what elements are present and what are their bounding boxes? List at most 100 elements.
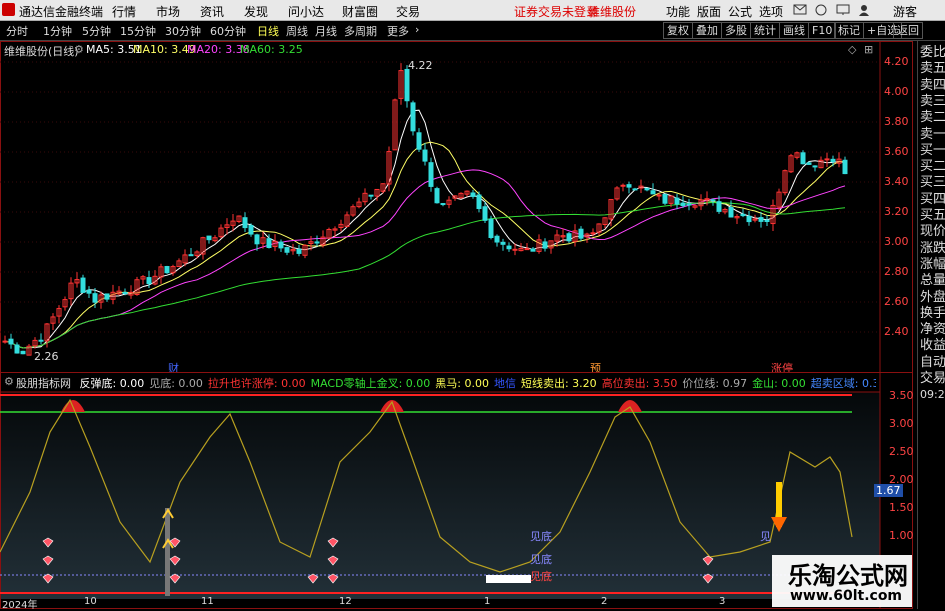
quote-panel-label: 卖二 bbox=[920, 110, 945, 126]
price-tick: 3.40 bbox=[884, 175, 909, 188]
expand-icon[interactable]: ⊞ bbox=[864, 43, 873, 56]
period-tab[interactable]: 月线 bbox=[315, 23, 337, 39]
skin-icon[interactable] bbox=[815, 4, 827, 16]
f10-button[interactable]: F10 bbox=[808, 22, 837, 39]
candle-body bbox=[578, 228, 584, 239]
indicator-legend-item: 见底: 0.00 bbox=[149, 377, 203, 390]
date-tick: 11 bbox=[201, 596, 214, 607]
candle-body bbox=[488, 218, 494, 239]
kline-svg[interactable] bbox=[0, 41, 913, 398]
candle-body bbox=[530, 248, 536, 252]
mail-icon[interactable] bbox=[793, 4, 807, 16]
menu-formula[interactable]: 公式 bbox=[728, 3, 752, 20]
bottom-label: 见底 bbox=[530, 570, 552, 583]
menu-options[interactable]: 选项 bbox=[759, 3, 783, 20]
adjust-button[interactable]: 复权 bbox=[663, 22, 693, 39]
menu-trade[interactable]: 交易 bbox=[396, 3, 420, 20]
draw-line-button[interactable]: 画线 bbox=[779, 22, 809, 39]
period-toolbar: 分时 1分钟 5分钟 15分钟 30分钟 60分钟 日线 周线 月线 多周期 更… bbox=[0, 21, 945, 41]
price-tick: 3.20 bbox=[884, 205, 909, 218]
candle-body bbox=[440, 203, 446, 206]
chevron-right-icon[interactable]: › bbox=[415, 23, 419, 36]
menu-wealth-circle[interactable]: 财富圈 bbox=[342, 3, 378, 20]
indicator-legend-item: 超卖区域: 0.30 bbox=[810, 377, 876, 390]
quote-panel-label: 涨跌 bbox=[920, 240, 945, 256]
candle-body bbox=[764, 219, 770, 222]
candle-body bbox=[416, 132, 422, 150]
quote-panel-label[interactable]: 交易 bbox=[920, 371, 945, 387]
period-tab[interactable]: 分时 bbox=[6, 23, 28, 39]
candle-body bbox=[590, 232, 596, 235]
candle-body bbox=[254, 234, 260, 245]
period-tab[interactable]: 60分钟 bbox=[210, 23, 246, 39]
period-tab[interactable]: 多周期 bbox=[344, 23, 377, 39]
quote-panel-label: 卖三 bbox=[920, 93, 945, 109]
candle-body bbox=[728, 207, 734, 218]
candle-body bbox=[740, 213, 746, 217]
candle-body bbox=[842, 159, 848, 175]
price-tick: 2.80 bbox=[884, 265, 909, 278]
period-tab[interactable]: 15分钟 bbox=[120, 23, 156, 39]
multi-stock-button[interactable]: 多股 bbox=[721, 22, 751, 39]
price-tick: 3.60 bbox=[884, 145, 909, 158]
current-value-badge: 1.67 bbox=[874, 484, 903, 497]
quote-panel-label: 卖一 bbox=[920, 126, 945, 142]
statistics-button[interactable]: 统计 bbox=[750, 22, 780, 39]
candle-body bbox=[662, 193, 668, 204]
candle-body bbox=[710, 199, 716, 202]
menu-layout[interactable]: 版面 bbox=[697, 3, 721, 20]
candle-body bbox=[38, 339, 44, 342]
indicator-legend-item: 金山: 0.00 bbox=[752, 377, 806, 390]
candle-body bbox=[758, 217, 764, 222]
candle-body bbox=[476, 194, 482, 210]
candle-body bbox=[512, 248, 518, 251]
price-tick: 3.00 bbox=[884, 235, 909, 248]
menu-bar: 通达信金融终端 行情 市场 资讯 发现 问小达 财富圈 交易 证券交易未登录 维… bbox=[0, 0, 945, 21]
quote-panel: 委比 卖五 卖四 卖三 卖二 卖一 买一 买二 买三 买四 买五 现价 涨跌 涨幅 总量 外盘 换手 净资 收益 自动… bbox=[917, 41, 945, 609]
price-axis: 4.20 4.00 3.80 3.60 3.40 3.20 3.00 2.80 … bbox=[882, 41, 913, 398]
candle-body bbox=[620, 184, 626, 187]
settings-icon[interactable]: ⚙ bbox=[74, 43, 84, 56]
trade-login-notice[interactable]: 证券交易未登录 bbox=[514, 3, 598, 20]
candle-body bbox=[500, 241, 506, 245]
candle-body bbox=[266, 238, 272, 248]
kline-chart[interactable]: 维维股份(日线) ⚙ MA5: 3.51 MA10: 3.49 MA20: 3.… bbox=[0, 41, 913, 398]
indicator-legend-item: 黑马: 0.00 bbox=[435, 377, 489, 390]
indicator-settings-icon[interactable]: ⚙ bbox=[4, 375, 14, 388]
quote-panel-label[interactable]: 自动 bbox=[920, 355, 945, 371]
menu-news[interactable]: 资讯 bbox=[200, 3, 224, 20]
monitor-icon[interactable] bbox=[836, 4, 850, 16]
quote-panel-label: 买一 bbox=[920, 142, 945, 158]
value-tick: 1.50 bbox=[889, 501, 914, 514]
candle-body bbox=[812, 165, 818, 168]
period-tab-more[interactable]: 更多 bbox=[387, 23, 409, 39]
candle-body bbox=[278, 241, 284, 249]
diamond-icon[interactable]: ◇ bbox=[848, 43, 856, 56]
quote-panel-label[interactable]: 09:25 bbox=[920, 387, 945, 403]
menu-quotes[interactable]: 行情 bbox=[112, 3, 136, 20]
period-tab[interactable]: 5分钟 bbox=[82, 23, 111, 39]
candle-body bbox=[422, 149, 428, 162]
menu-function[interactable]: 功能 bbox=[666, 3, 690, 20]
candle-body bbox=[830, 158, 836, 163]
indicator-name[interactable]: 股朋指标网 bbox=[16, 377, 71, 390]
menu-market[interactable]: 市场 bbox=[156, 3, 180, 20]
candle-body bbox=[434, 188, 440, 204]
quote-panel-label: 买四 bbox=[920, 191, 945, 207]
back-button[interactable]: 返回 bbox=[893, 22, 923, 39]
candle-body bbox=[482, 206, 488, 221]
overlay-button[interactable]: 叠加 bbox=[692, 22, 722, 39]
menu-discover[interactable]: 发现 bbox=[244, 3, 268, 20]
user-label[interactable]: 游客 bbox=[893, 3, 917, 20]
period-tab[interactable]: 30分钟 bbox=[165, 23, 201, 39]
period-tab[interactable]: 1分钟 bbox=[43, 23, 72, 39]
period-tab-daily[interactable]: 日线 bbox=[257, 23, 279, 39]
candle-body bbox=[824, 158, 830, 161]
user-icon[interactable] bbox=[858, 4, 870, 16]
menu-ask-xiaoda[interactable]: 问小达 bbox=[288, 3, 324, 20]
signal-bar bbox=[165, 508, 170, 596]
candle-body bbox=[314, 241, 320, 244]
period-tab[interactable]: 周线 bbox=[286, 23, 308, 39]
mark-button[interactable]: 标记 bbox=[834, 22, 864, 39]
quote-panel-label: 换手 bbox=[920, 305, 945, 321]
